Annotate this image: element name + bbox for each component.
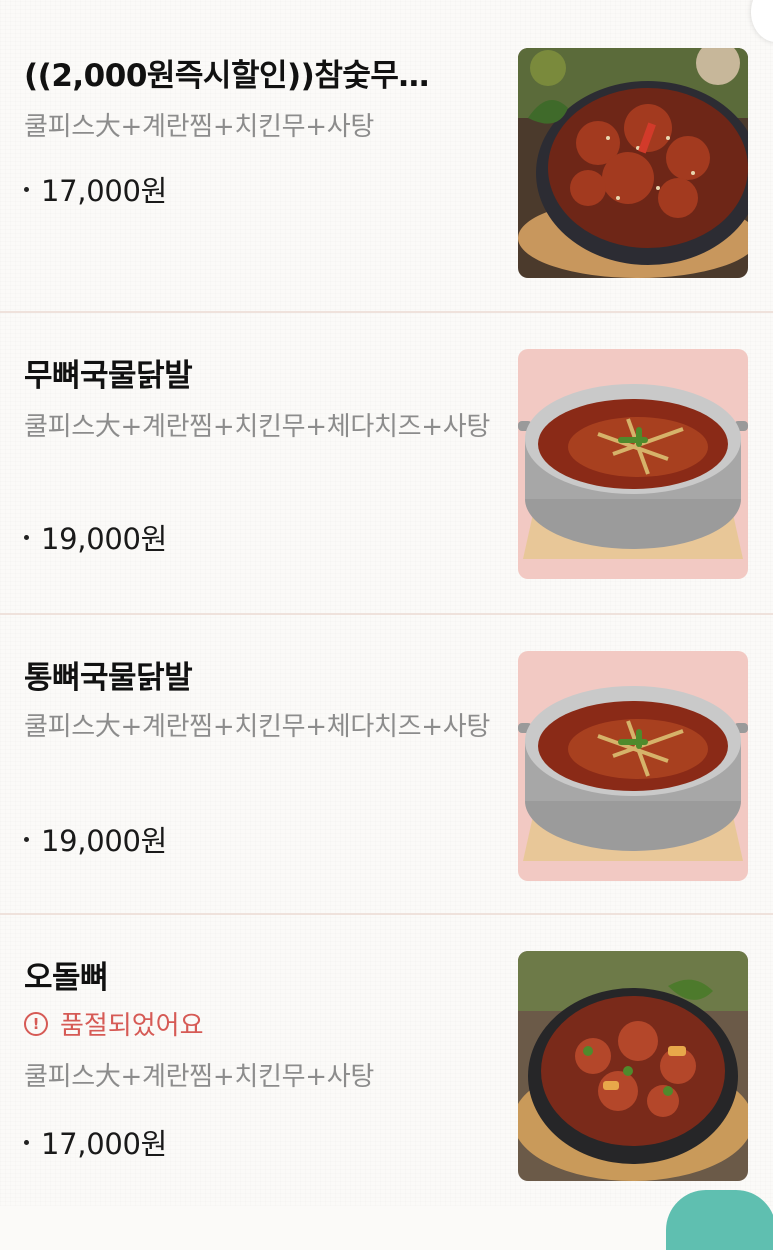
menu-item[interactable]: 오돌뼈 ! 품절되었어요 쿨피스大+계란찜+치킨무+사탕 17,000원	[0, 915, 773, 1206]
menu-item[interactable]: 무뼈국물닭발 쿨피스大+계란찜+치킨무+체다치즈+사탕 19,000원	[0, 313, 773, 613]
floating-cart-button[interactable]	[666, 1190, 773, 1250]
menu-item-description: 쿨피스大+계란찜+치킨무+사탕	[24, 1062, 374, 1092]
menu-item[interactable]: ((2,000원즉시할인))참숯무… 쿨피스大+계란찜+치킨무+사탕 17,00…	[0, 0, 773, 312]
sold-out-notice: ! 품절되었어요	[24, 1005, 204, 1042]
price-value: 17,000원	[41, 174, 168, 208]
price-value: 19,000원	[41, 522, 168, 556]
chicken-feet-soup-pot-icon	[518, 349, 748, 579]
menu-item[interactable]: 통뼈국물닭발 쿨피스大+계란찜+치킨무+체다치즈+사탕 19,000원	[0, 615, 773, 913]
bullet-icon	[24, 1139, 29, 1145]
bullet-icon	[24, 836, 29, 842]
menu-item-name: 무뼈국물닭발	[24, 358, 193, 394]
bullet-icon	[24, 534, 29, 540]
price-value: 19,000원	[41, 824, 168, 858]
spicy-cartilage-icon	[518, 951, 748, 1181]
menu-item-image[interactable]	[518, 349, 748, 579]
price-value: 17,000원	[41, 1127, 168, 1161]
menu-item-description: 쿨피스大+계란찜+치킨무+체다치즈+사탕	[24, 712, 490, 742]
grilled-chicken-feet-icon	[518, 48, 748, 278]
menu-item-image[interactable]	[518, 651, 748, 881]
menu-item-price: 17,000원	[24, 1121, 167, 1163]
menu-item-price: 19,000원	[24, 818, 167, 860]
menu-item-image[interactable]	[518, 951, 748, 1181]
menu-item-name: 통뼈국물닭발	[24, 660, 193, 696]
menu-item-image[interactable]	[518, 48, 748, 278]
menu-item-name: 오돌뼈	[24, 960, 109, 996]
sold-out-label: 품절되었어요	[60, 1011, 204, 1041]
menu-item-description: 쿨피스大+계란찜+치킨무+체다치즈+사탕	[24, 412, 490, 442]
menu-item-price: 19,000원	[24, 516, 167, 558]
bullet-icon	[24, 186, 29, 192]
menu-item-description: 쿨피스大+계란찜+치킨무+사탕	[24, 112, 374, 142]
menu-item-name: ((2,000원즉시할인))참숯무…	[24, 58, 429, 94]
exclamation-circle-icon: !	[24, 1011, 48, 1036]
chicken-feet-soup-pot-icon	[518, 651, 748, 881]
menu-item-price: 17,000원	[24, 168, 167, 210]
